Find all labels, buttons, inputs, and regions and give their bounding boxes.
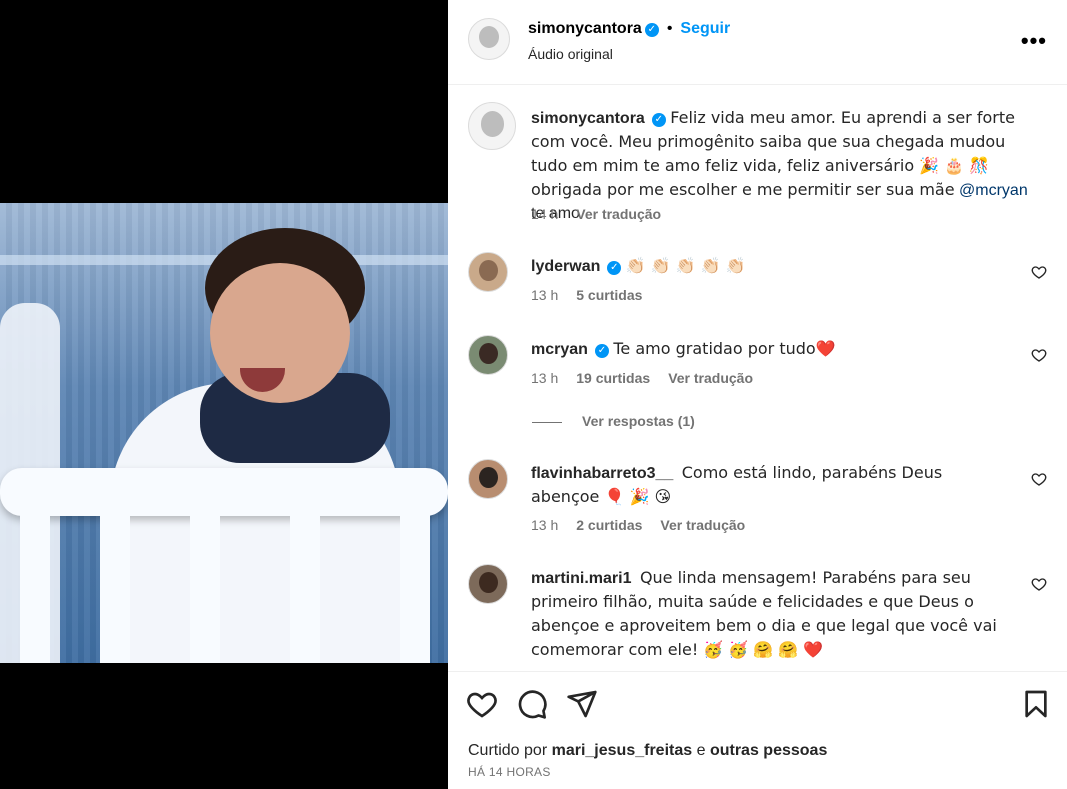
comments-list[interactable]: simonycantora ✓ Feliz vida meu amor. Eu a…	[448, 86, 1067, 671]
heart-icon[interactable]	[1031, 347, 1047, 363]
avatar[interactable]	[468, 459, 508, 499]
comment-icon[interactable]	[516, 688, 548, 720]
comment-text: lyderwan ✓ 👏🏻 👏🏻 👏🏻 👏🏻 👏🏻	[531, 254, 1031, 278]
post-detail-panel: simonycantora ✓ • Seguir Áudio original •••…	[448, 0, 1067, 789]
view-replies-button[interactable]: Ver respostas (1)	[532, 413, 695, 429]
avatar-face	[478, 342, 498, 364]
caption-mention[interactable]: @mcryan	[959, 182, 1028, 199]
photo-crib-bar	[20, 503, 50, 663]
comment-time[interactable]: 13 h	[531, 517, 558, 533]
photo-crib-bar	[400, 503, 430, 663]
avatar[interactable]	[468, 252, 508, 292]
avatar[interactable]	[468, 102, 516, 150]
photo-crib-bar	[190, 503, 220, 663]
heart-icon[interactable]	[1031, 576, 1047, 592]
translate-link[interactable]: Ver tradução	[668, 370, 753, 386]
avatar[interactable]	[468, 18, 510, 60]
comment-meta: 13 h 19 curtidas Ver tradução	[531, 370, 771, 386]
media-panel	[0, 0, 448, 789]
comment-time[interactable]: 13 h	[531, 370, 558, 386]
comment-body: Te amo gratidao por tudo❤️	[613, 339, 836, 358]
avatar-face	[480, 111, 504, 137]
heart-icon[interactable]	[1031, 471, 1047, 487]
comment-time[interactable]: 13 h	[531, 287, 558, 303]
comment-likes[interactable]: 19 curtidas	[576, 370, 650, 386]
comment-likes[interactable]: 5 curtidas	[576, 287, 642, 303]
photo-crib-rail	[0, 468, 448, 516]
photo-crib-bar	[100, 503, 130, 663]
avatar-face	[478, 259, 498, 281]
header-username[interactable]: simonycantora	[528, 20, 642, 37]
more-options-icon[interactable]: •••	[1021, 28, 1047, 54]
liked-by-user[interactable]: mari_jesus_freitas	[552, 742, 693, 759]
audio-label[interactable]: Áudio original	[528, 46, 613, 62]
heart-icon[interactable]	[1031, 264, 1047, 280]
comment-meta: 13 h 2 curtidas Ver tradução	[531, 517, 763, 533]
comment-username[interactable]: flavinhabarreto3__	[531, 465, 673, 482]
caption-username[interactable]: simonycantora	[531, 110, 645, 127]
share-icon[interactable]	[566, 688, 598, 720]
comment-username[interactable]: mcryan	[531, 341, 588, 358]
translate-link[interactable]: Ver tradução	[660, 517, 745, 533]
verified-badge-icon: ✓	[594, 344, 609, 358]
view-replies-label: Ver respostas (1)	[582, 413, 695, 429]
header-user-line: simonycantora ✓ • Seguir	[528, 20, 730, 38]
photo-crib-bar	[290, 503, 320, 663]
liked-by: Curtido por mari_jesus_freitas e outras …	[468, 742, 827, 760]
verified-badge-icon: ✓	[651, 113, 666, 127]
post-header: simonycantora ✓ • Seguir Áudio original •••	[448, 0, 1067, 85]
liked-by-prefix: Curtido por	[468, 742, 548, 759]
comment-body: 👏🏻 👏🏻 👏🏻 👏🏻 👏🏻	[625, 256, 746, 275]
avatar[interactable]	[468, 335, 508, 375]
heart-icon[interactable]	[466, 688, 498, 720]
comment-username[interactable]: martini.mari1	[531, 570, 631, 587]
comment-text: mcryan ✓ Te amo gratidao por tudo❤️	[531, 337, 1031, 361]
follow-button[interactable]: Seguir	[680, 20, 730, 37]
translate-link[interactable]: Ver tradução	[576, 206, 661, 222]
caption-meta: 14 h Ver tradução	[531, 206, 679, 222]
caption-time[interactable]: 14 h	[531, 206, 558, 222]
avatar-face	[479, 26, 499, 49]
liked-by-and: e	[696, 742, 706, 759]
bookmark-icon[interactable]	[1020, 688, 1052, 720]
comment-username[interactable]: lyderwan	[531, 258, 600, 275]
comment-likes[interactable]: 2 curtidas	[576, 517, 642, 533]
comment-text: flavinhabarreto3__ Como está lindo, para…	[531, 461, 1011, 509]
comment-meta: 13 h 5 curtidas	[531, 287, 660, 303]
liked-by-others[interactable]: outras pessoas	[710, 742, 827, 759]
post-photo[interactable]	[0, 203, 448, 663]
post-timestamp[interactable]: HÁ 14 HORAS	[468, 765, 551, 779]
avatar-face	[478, 571, 498, 593]
comment-text: martini.mari1 Que linda mensagem! Parabé…	[531, 566, 1011, 662]
separator-dot: •	[666, 20, 673, 37]
verified-badge-icon: ✓	[644, 23, 659, 37]
avatar-face	[478, 466, 498, 488]
verified-badge-icon: ✓	[607, 261, 622, 275]
replies-divider	[532, 421, 562, 423]
post-actions: Curtido por mari_jesus_freitas e outras …	[448, 671, 1067, 789]
avatar[interactable]	[468, 564, 508, 604]
